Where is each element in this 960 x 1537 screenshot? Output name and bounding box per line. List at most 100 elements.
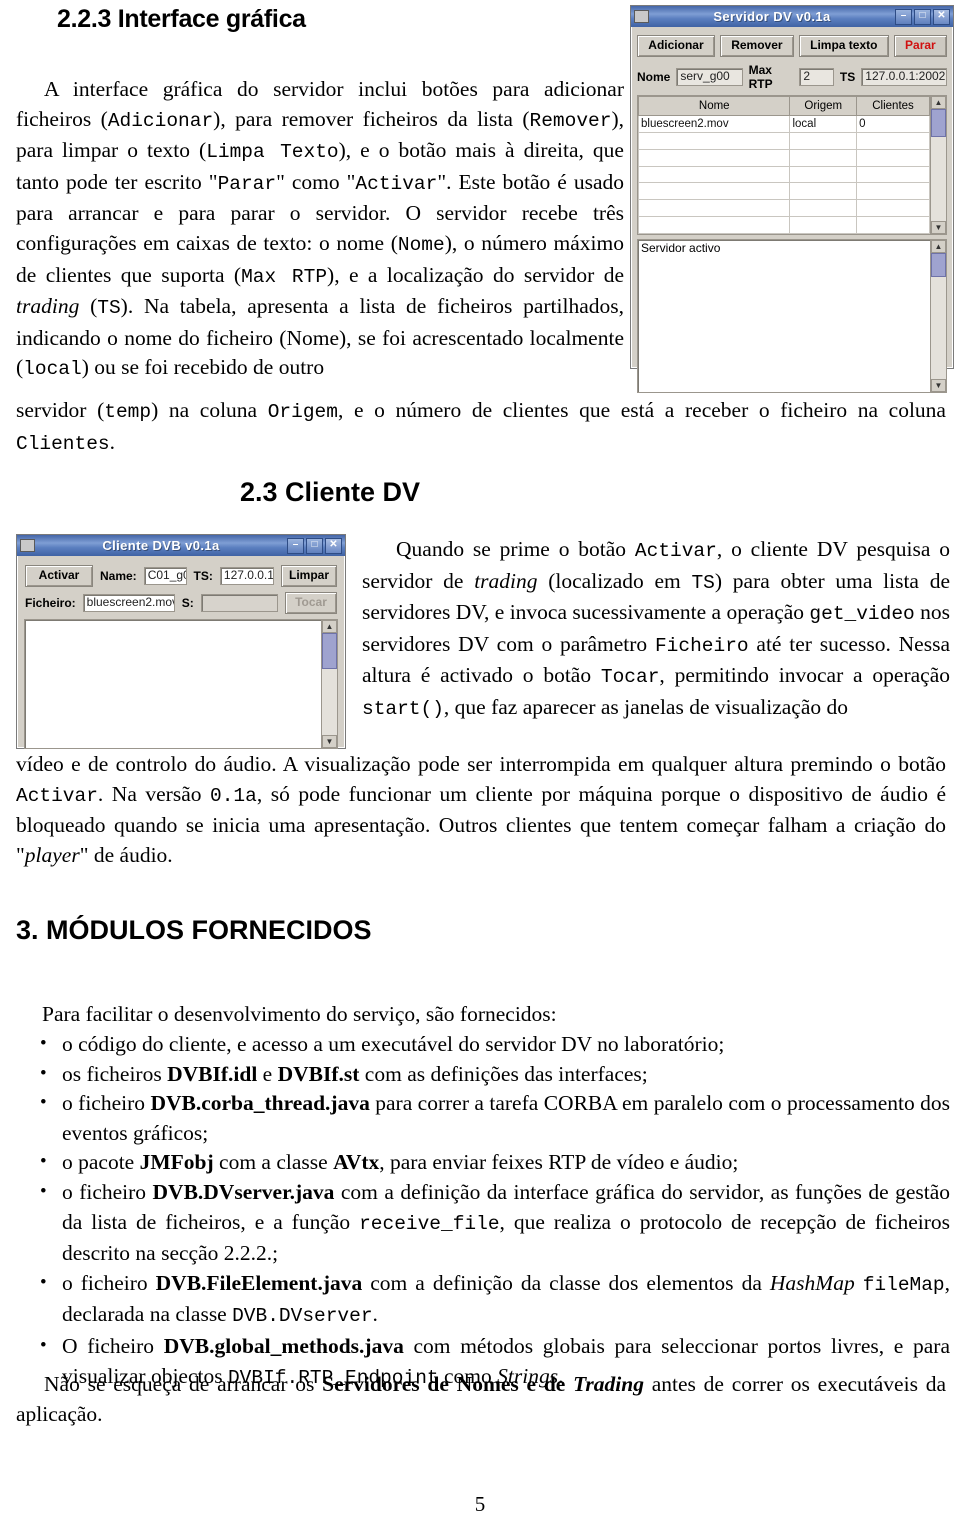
p1-t20: ) ou se foi recebido de outro <box>81 355 325 380</box>
b1-p0: os ficheiros <box>62 1061 168 1086</box>
file-input[interactable]: bluescreen2.mov <box>82 594 175 612</box>
term-hashmap: HashMap <box>769 1270 855 1295</box>
max-rtp-input[interactable]: 2 <box>799 68 834 86</box>
code-adicionar: Adicionar <box>107 109 214 132</box>
code-local: local <box>23 358 82 381</box>
cell-nome <box>637 216 791 234</box>
client-name-input[interactable]: C01_g00 <box>143 567 187 585</box>
client-scrollbar[interactable]: ▲ ▼ <box>321 620 337 748</box>
cell-clientes <box>856 216 930 234</box>
clear-button[interactable]: Limpar <box>281 565 337 587</box>
scrollbar-thumb[interactable] <box>931 253 946 277</box>
server-window: Servidor DV v0.1a – □ ✕ Adicionar Remove… <box>630 5 954 393</box>
scroll-down-icon[interactable]: ▼ <box>931 221 946 234</box>
file-global-methods: DVB.global_methods.java <box>163 1333 404 1358</box>
code-activar: Activar <box>16 784 98 807</box>
b1-p2: e <box>257 1061 278 1086</box>
maximize-icon[interactable]: □ <box>306 537 323 554</box>
table-scrollbar[interactable]: ▲ ▼ <box>930 96 946 234</box>
server-titlebar-buttons: – □ ✕ <box>895 8 950 25</box>
server-name-input[interactable]: serv_g00 <box>676 68 743 86</box>
scroll-down-icon[interactable]: ▼ <box>322 735 337 748</box>
paragraph-client-dv-cont: vídeo e de controlo do áudio. A visualiz… <box>16 750 946 870</box>
cell-clientes <box>856 148 930 167</box>
log-scrollbar[interactable]: ▲ ▼ <box>930 240 946 392</box>
table-row[interactable] <box>637 131 930 150</box>
column-header-origem[interactable]: Origem <box>789 96 858 116</box>
table-row[interactable] <box>637 165 930 184</box>
shared-files-table-wrapper: Nome Origem Clientes bluescreen2.mov loc… <box>637 95 947 235</box>
p1-t8: " como " <box>276 169 356 194</box>
cell-clientes <box>856 182 930 201</box>
table-row[interactable] <box>637 216 930 234</box>
column-header-clientes[interactable]: Clientes <box>856 96 930 116</box>
close-icon[interactable]: ✕ <box>933 8 950 25</box>
table-row[interactable]: bluescreen2.mov local 0 <box>637 115 930 133</box>
client-window-body: Activar Name: C01_g00 TS: 127.0.0.1:2002… <box>17 556 345 756</box>
b2-p0: o ficheiro <box>62 1091 151 1116</box>
window-icon <box>20 539 35 552</box>
s-input[interactable] <box>200 594 278 612</box>
p1-t14: ), e a localização do servidor de <box>327 262 625 287</box>
code-version: 0.1a <box>210 784 257 807</box>
client-row-2: Ficheiro: bluescreen2.mov S: Tocar <box>25 592 337 614</box>
code-activar: Activar <box>355 172 438 195</box>
modules-bullet-list: o código do cliente, e acesso a um execu… <box>16 1029 950 1393</box>
stop-server-button[interactable]: Parar <box>893 35 947 57</box>
scroll-up-icon[interactable]: ▲ <box>931 240 946 253</box>
p1b-t4: , e o número de clientes que está a rece… <box>337 398 946 422</box>
code-origem: Origem <box>267 401 338 423</box>
section-heading-2-3: 2.3 Cliente DV <box>240 477 421 507</box>
client-row-1: Activar Name: C01_g00 TS: 127.0.0.1:2002… <box>25 565 337 587</box>
section-heading-3: 3. MÓDULOS FORNECIDOS <box>16 915 372 946</box>
code-clientes: Clientes <box>16 432 110 455</box>
maximize-icon[interactable]: □ <box>914 8 931 25</box>
minimize-icon[interactable]: – <box>895 8 912 25</box>
play-button[interactable]: Tocar <box>285 592 337 614</box>
table-row[interactable] <box>637 199 930 218</box>
b4-p0: o ficheiro <box>62 1179 153 1204</box>
p1b-t6: . <box>109 429 115 454</box>
table-row[interactable] <box>637 148 930 167</box>
column-header-nome[interactable]: Nome <box>637 96 791 116</box>
server-config-row: Nome serv_g00 Max RTP 2 TS 127.0.0.1:200… <box>637 63 947 91</box>
document-page: 2.2.3 Interface gráfica Servidor DV v0.1… <box>0 0 960 1537</box>
code-get-video: get_video <box>809 603 915 626</box>
cell-origem <box>789 182 858 201</box>
window-icon <box>634 10 649 23</box>
remove-file-button[interactable]: Remover <box>719 35 794 57</box>
trading-server-input[interactable]: 127.0.0.1:2002 <box>861 68 947 86</box>
close-icon[interactable]: ✕ <box>325 537 342 554</box>
scrollbar-thumb[interactable] <box>931 109 946 137</box>
minimize-icon[interactable]: – <box>287 537 304 554</box>
p1b-t2: ) na coluna <box>151 398 268 422</box>
b5-p8: . <box>372 1302 378 1327</box>
b0-p0: o código do cliente, e acesso a um execu… <box>62 1032 725 1056</box>
section-3-title: MÓDULOS FORNECIDOS <box>46 915 372 945</box>
scrollbar-thumb[interactable] <box>322 633 337 669</box>
p2b-t6: " de áudio. <box>79 842 173 867</box>
paragraph-server-gui-cont: servidor (temp) na coluna Origem, e o nú… <box>16 396 946 459</box>
add-file-button[interactable]: Adicionar <box>637 35 715 57</box>
class-avtx: AVtx <box>333 1150 380 1175</box>
cell-nome <box>637 165 791 184</box>
activate-button[interactable]: Activar <box>25 565 93 587</box>
b5-p0: o ficheiro <box>62 1270 156 1295</box>
name-label: Nome <box>637 70 671 84</box>
client-video-area: ▲ ▼ <box>24 619 338 749</box>
table-row[interactable] <box>637 182 930 201</box>
b1-p4: com as definições das interfaces; <box>359 1061 648 1086</box>
cell-origem: local <box>789 115 858 133</box>
client-ts-input[interactable]: 127.0.0.1:2002 <box>219 567 274 585</box>
scroll-down-icon[interactable]: ▼ <box>931 379 946 392</box>
scroll-up-icon[interactable]: ▲ <box>322 620 337 633</box>
paragraph-server-gui: A interface gráfica do servidor inclui b… <box>16 75 624 385</box>
term-player: player <box>24 842 80 867</box>
ts-label: TS <box>839 70 856 84</box>
clear-text-button[interactable]: Limpa texto <box>798 35 889 57</box>
server-window-title: Servidor DV v0.1a <box>713 9 831 24</box>
video-canvas <box>25 620 321 748</box>
list-item: o ficheiro DVB.DVserver.java com a defin… <box>16 1177 950 1269</box>
scroll-up-icon[interactable]: ▲ <box>931 96 946 109</box>
b3-p0: o pacote <box>62 1150 140 1175</box>
